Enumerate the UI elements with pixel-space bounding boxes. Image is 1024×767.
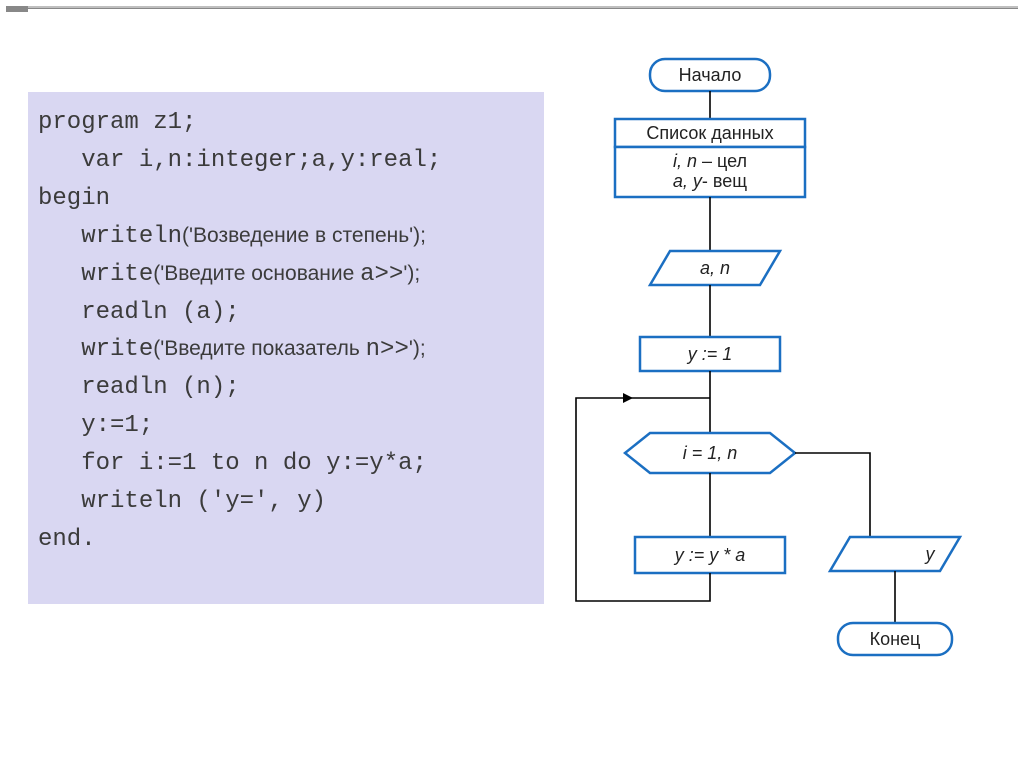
code-panel: program z1; var i,n:integer;a,y:real; be… [28, 92, 544, 604]
code-line-6: readln (a); [38, 299, 240, 326]
code-line-8: readln (n); [38, 374, 240, 401]
code-line-5: write('Введите основание a>>'); [38, 261, 420, 288]
slide-content: program z1; var i,n:integer;a,y:real; be… [0, 0, 1024, 767]
svg-text:Конец: Конец [870, 629, 921, 649]
flow-end: Конец [838, 623, 952, 655]
svg-text:y := y * a: y := y * a [673, 545, 746, 565]
svg-text:a, n: a, n [700, 258, 730, 278]
flow-start: Начало [650, 59, 770, 91]
code-line-11: writeln ('y=', y) [38, 488, 326, 515]
code-line-10: for i:=1 to n do y:=y*a; [38, 450, 427, 477]
code-line-9: y:=1; [38, 412, 153, 439]
code-line-2: var i,n:integer;a,y:real; [38, 147, 441, 174]
flowchart: Начало Список данных i, n – цел a, y- ве… [560, 55, 1000, 755]
svg-text:i, n – цел: i, n – цел [673, 151, 747, 171]
svg-text:y: y [924, 544, 936, 564]
code-line-12: end. [38, 526, 96, 553]
code-line-3: begin [38, 185, 110, 212]
flow-process-mul: y := y * a [635, 537, 785, 573]
svg-text:Список данных: Список данных [646, 123, 773, 143]
svg-text:Начало: Начало [679, 65, 742, 85]
flow-output: y [830, 537, 960, 571]
svg-text:y := 1: y := 1 [686, 344, 733, 364]
flow-input: a, n [650, 251, 780, 285]
flow-data-box: Список данных i, n – цел a, y- вещ [615, 119, 805, 197]
svg-text:i = 1, n: i = 1, n [683, 443, 738, 463]
code-line-7: write('Введите показатель n>>'); [38, 336, 426, 363]
svg-text:a, y- вещ: a, y- вещ [673, 171, 747, 191]
code-line-1: program z1; [38, 109, 196, 136]
flow-loop: i = 1, n [625, 433, 795, 473]
flow-process-init: y := 1 [640, 337, 780, 371]
code-line-4: writeln('Возведение в степень'); [38, 223, 426, 250]
